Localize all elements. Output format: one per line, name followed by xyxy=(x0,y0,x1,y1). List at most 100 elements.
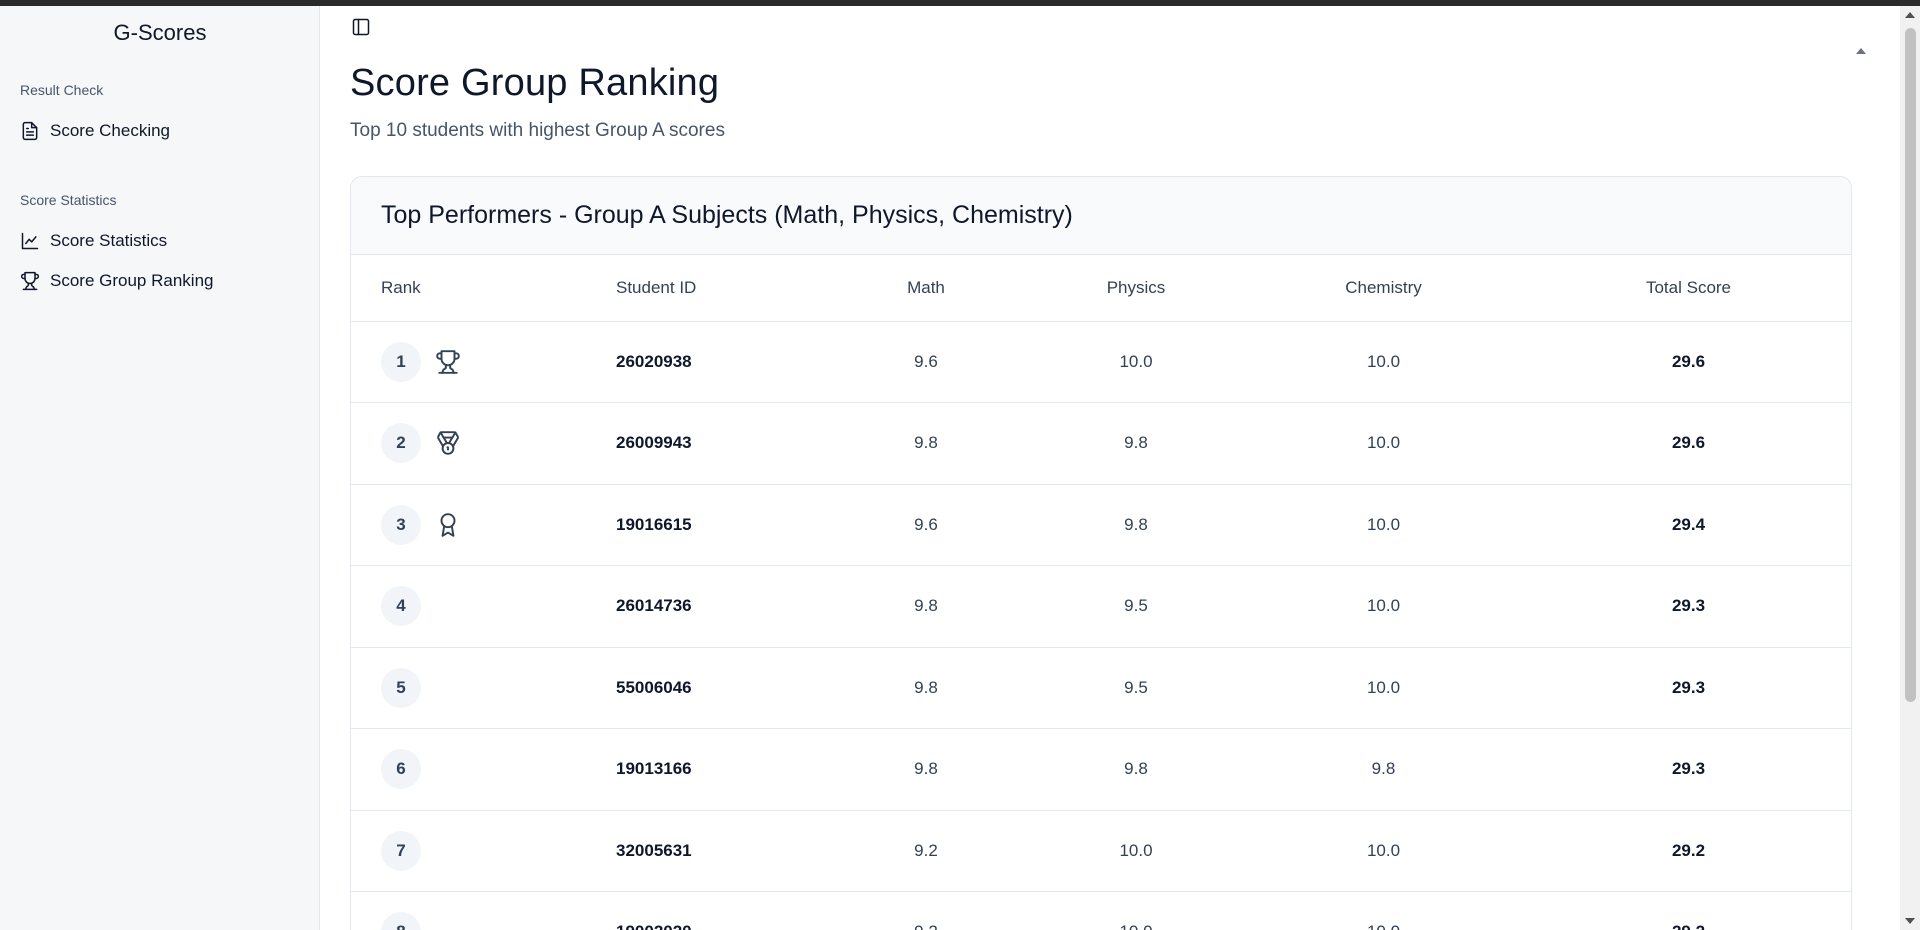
physics-score-cell: 10.0 xyxy=(1031,321,1241,403)
math-score-cell: 9.6 xyxy=(821,321,1031,403)
physics-score-cell: 9.8 xyxy=(1031,402,1241,485)
chemistry-score-cell: 10.0 xyxy=(1241,647,1526,729)
student-id-cell: 26020938 xyxy=(616,321,821,403)
physics-score-cell: 10.0 xyxy=(1031,810,1241,892)
total-score-cell: 29.6 xyxy=(1526,402,1851,485)
table-row: 2 26009943 9.8 9.8 10.0 29.6 xyxy=(351,402,1851,485)
column-header-student-id: Student ID xyxy=(616,255,821,322)
column-header-chemistry: Chemistry xyxy=(1241,255,1526,322)
total-score-cell: 29.2 xyxy=(1526,891,1851,930)
math-score-cell: 9.2 xyxy=(821,810,1031,892)
total-score-cell: 29.3 xyxy=(1526,728,1851,811)
scroll-thumb[interactable] xyxy=(1905,28,1916,702)
panel-left-icon xyxy=(352,18,370,36)
main-content: Score Group Ranking Top 10 students with… xyxy=(320,6,1900,930)
rank-badge: 8 xyxy=(381,912,421,930)
rank-badge: 5 xyxy=(381,667,421,708)
rank-cell: 2 xyxy=(351,402,616,485)
table-row: 3 19016615 9.6 9.8 10.0 29.4 xyxy=(351,484,1851,566)
rank-cell: 3 xyxy=(351,484,616,566)
column-header-total-score: Total Score xyxy=(1526,255,1851,322)
page-scrollbar[interactable] xyxy=(1900,6,1920,930)
chemistry-score-cell: 10.0 xyxy=(1241,321,1526,403)
total-score-cell: 29.6 xyxy=(1526,321,1851,403)
medal-icon xyxy=(435,430,461,456)
brand-title: G-Scores xyxy=(113,20,207,45)
award-icon xyxy=(435,512,461,538)
rank-badge: 6 xyxy=(381,749,421,790)
table-row: 6 19013166 9.8 9.8 9.8 29.3 xyxy=(351,728,1851,811)
rank-badge: 1 xyxy=(381,341,421,382)
rank-cell: 5 xyxy=(351,647,616,729)
trophy-icon xyxy=(20,271,40,291)
student-id-cell: 32005631 xyxy=(616,810,821,892)
chemistry-score-cell: 10.0 xyxy=(1241,891,1526,930)
rank-cell: 4 xyxy=(351,565,616,648)
student-id-cell: 26009943 xyxy=(616,402,821,485)
sidebar-toggle-button[interactable] xyxy=(346,12,376,42)
page-subtitle: Top 10 students with highest Group A sco… xyxy=(350,120,725,141)
table-row: 4 26014736 9.8 9.5 10.0 29.3 xyxy=(351,565,1851,648)
chemistry-score-cell: 10.0 xyxy=(1241,484,1526,566)
table-header-row: Rank Student ID Math Physics Chemistry T… xyxy=(351,255,1851,322)
sidebar-item-score-group-ranking[interactable]: Score Group Ranking xyxy=(12,264,308,298)
table-row: 5 55006046 9.8 9.5 10.0 29.3 xyxy=(351,647,1851,729)
sidebar-group-score-statistics: Score Statistics xyxy=(20,192,117,208)
rank-cell: 7 xyxy=(351,810,616,892)
rank-cell: 1 xyxy=(351,321,616,403)
student-id-cell: 19002020 xyxy=(616,891,821,930)
physics-score-cell: 9.8 xyxy=(1031,728,1241,811)
math-score-cell: 9.2 xyxy=(821,891,1031,930)
trophy-icon xyxy=(435,349,461,375)
chemistry-score-cell: 10.0 xyxy=(1241,810,1526,892)
student-id-cell: 26014736 xyxy=(616,565,821,648)
column-header-physics: Physics xyxy=(1031,255,1241,322)
chemistry-score-cell: 10.0 xyxy=(1241,565,1526,648)
card-title: Top Performers - Group A Subjects (Math,… xyxy=(351,177,1851,255)
column-header-math: Math xyxy=(821,255,1031,322)
column-header-rank: Rank xyxy=(351,255,616,322)
sidebar-item-score-checking[interactable]: Score Checking xyxy=(12,114,308,148)
rank-badge: 4 xyxy=(381,586,421,627)
chart-line-icon xyxy=(21,232,39,250)
math-score-cell: 9.8 xyxy=(821,647,1031,729)
scroll-up-arrow[interactable] xyxy=(1905,12,1915,18)
rank-cell: 8 xyxy=(351,891,616,930)
student-id-cell: 55006046 xyxy=(616,647,821,729)
page-title: Score Group Ranking xyxy=(350,62,720,104)
chemistry-score-cell: 10.0 xyxy=(1241,402,1526,485)
student-id-cell: 19013166 xyxy=(616,728,821,811)
rank-badge: 7 xyxy=(381,830,421,871)
content-scroll-up-arrow[interactable] xyxy=(1856,48,1866,54)
scroll-down-arrow[interactable] xyxy=(1905,918,1915,924)
rank-badge: 2 xyxy=(381,423,421,464)
math-score-cell: 9.8 xyxy=(821,565,1031,648)
math-score-cell: 9.8 xyxy=(821,402,1031,485)
physics-score-cell: 9.5 xyxy=(1031,647,1241,729)
rank-badge: 3 xyxy=(381,504,421,545)
document-icon xyxy=(22,121,38,141)
physics-score-cell: 9.5 xyxy=(1031,565,1241,648)
sidebar-item-label: Score Checking xyxy=(50,121,171,140)
table-row: 1 26020938 9.6 10.0 10.0 29.6 xyxy=(351,321,1851,403)
math-score-cell: 9.8 xyxy=(821,728,1031,811)
sidebar-item-label: Score Group Ranking xyxy=(50,271,214,290)
physics-score-cell: 9.8 xyxy=(1031,484,1241,566)
sidebar-item-label: Score Statistics xyxy=(50,231,168,250)
physics-score-cell: 10.0 xyxy=(1031,891,1241,930)
math-score-cell: 9.6 xyxy=(821,484,1031,566)
student-id-cell: 19016615 xyxy=(616,484,821,566)
ranking-card: Top Performers - Group A Subjects (Math,… xyxy=(350,176,1852,930)
sidebar-group-result-check: Result Check xyxy=(20,82,104,98)
total-score-cell: 29.4 xyxy=(1526,484,1851,566)
sidebar-item-score-statistics[interactable]: Score Statistics xyxy=(12,224,308,258)
chemistry-score-cell: 9.8 xyxy=(1241,728,1526,811)
ranking-table: Rank Student ID Math Physics Chemistry T… xyxy=(351,255,1851,930)
table-row: 7 32005631 9.2 10.0 10.0 29.2 xyxy=(351,810,1851,892)
sidebar: G-Scores Result Check Score Checking Sco… xyxy=(0,6,320,930)
table-row: 8 19002020 9.2 10.0 10.0 29.2 xyxy=(351,891,1851,930)
total-score-cell: 29.3 xyxy=(1526,647,1851,729)
total-score-cell: 29.3 xyxy=(1526,565,1851,648)
rank-cell: 6 xyxy=(351,728,616,811)
total-score-cell: 29.2 xyxy=(1526,810,1851,892)
